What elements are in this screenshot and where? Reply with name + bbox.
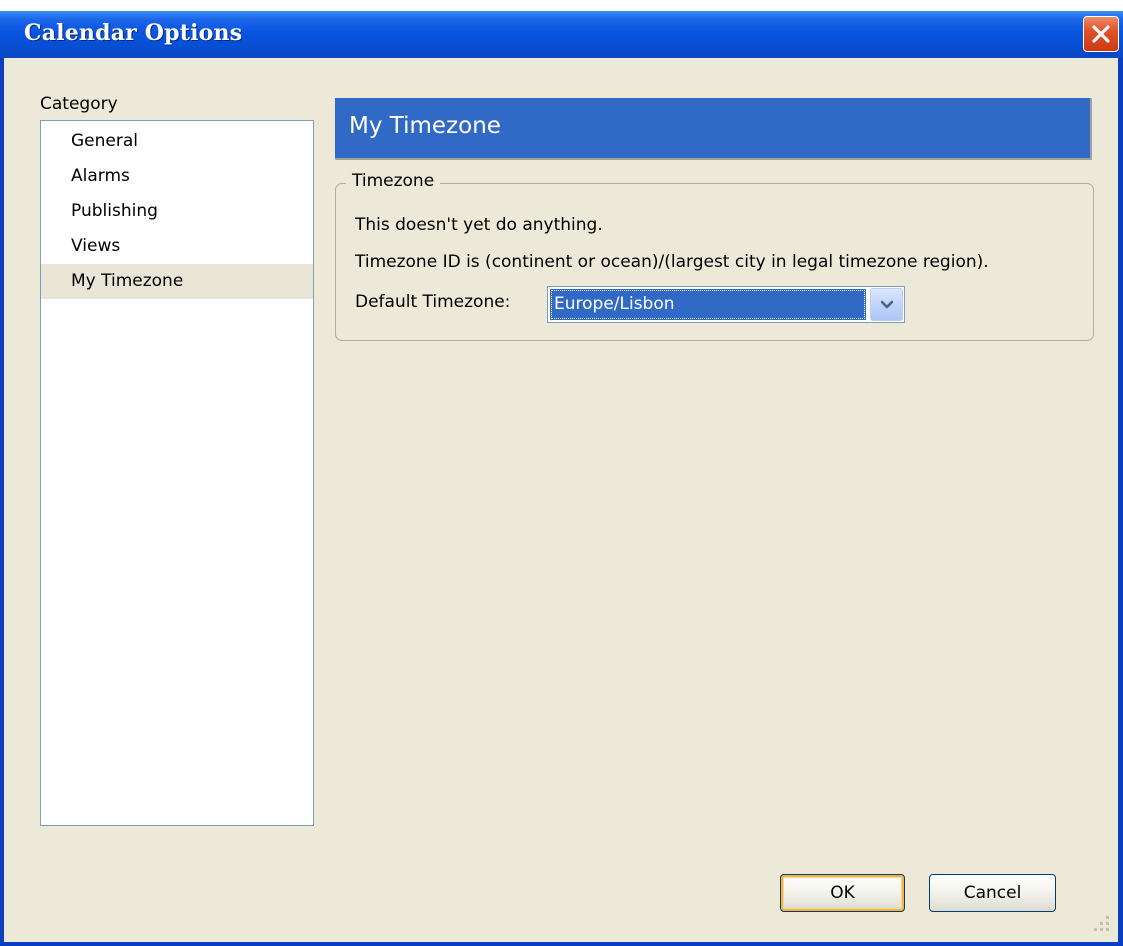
dropdown-button[interactable] (870, 288, 903, 321)
calendar-options-dialog: Calendar Options Category General Alarms… (0, 11, 1123, 946)
timezone-id-description: Timezone ID is (continent or ocean)/(lar… (355, 252, 989, 272)
category-list[interactable]: General Alarms Publishing Views My Timez… (40, 120, 314, 826)
cancel-button[interactable]: Cancel (929, 874, 1056, 912)
dialog-content: Category General Alarms Publishing Views… (4, 58, 1118, 942)
window-title: Calendar Options (24, 20, 243, 46)
category-item-my-timezone[interactable]: My Timezone (41, 264, 313, 299)
chevron-down-icon (881, 300, 893, 309)
close-button[interactable] (1083, 16, 1119, 52)
default-timezone-label: Default Timezone: (355, 292, 511, 312)
timezone-groupbox: Timezone This doesn't yet do anything. T… (335, 171, 1094, 341)
info-text: This doesn't yet do anything. (355, 215, 603, 235)
category-item-views[interactable]: Views (41, 229, 313, 264)
ok-button[interactable]: OK (780, 874, 905, 912)
category-item-publishing[interactable]: Publishing (41, 194, 313, 229)
category-item-alarms[interactable]: Alarms (41, 159, 313, 194)
panel-header: My Timezone (335, 98, 1092, 160)
title-bar[interactable]: Calendar Options (0, 11, 1123, 58)
panel-title: My Timezone (349, 113, 501, 139)
category-label: Category (40, 94, 118, 114)
category-item-general[interactable]: General (41, 124, 313, 159)
default-timezone-value[interactable]: Europe/Lisbon (550, 289, 866, 320)
groupbox-legend: Timezone (346, 171, 441, 191)
close-icon (1092, 25, 1110, 43)
resize-grip-icon[interactable] (1088, 910, 1112, 934)
default-timezone-select[interactable]: Europe/Lisbon (547, 286, 905, 323)
